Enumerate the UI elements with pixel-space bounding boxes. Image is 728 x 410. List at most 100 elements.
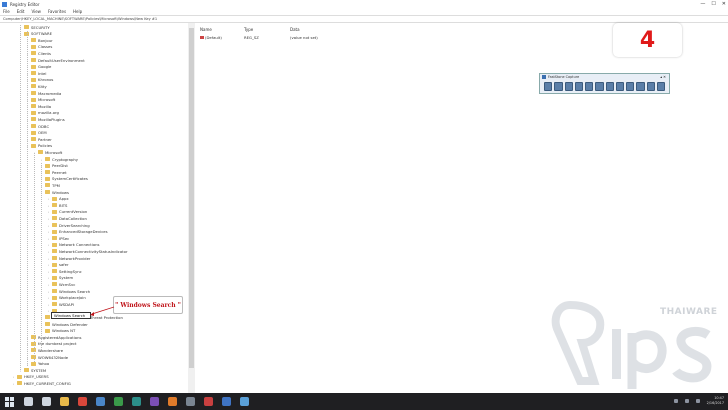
tree-item[interactable]: › NetworkConnectivityStatusIndicator bbox=[48, 248, 128, 254]
tree-item[interactable]: › SettingSync bbox=[48, 268, 82, 274]
tree-item[interactable]: ›ODBC bbox=[27, 123, 49, 129]
tree-item[interactable]: › HKEY_USERS bbox=[13, 374, 49, 380]
menu-help[interactable]: Help bbox=[73, 9, 82, 14]
tree-item[interactable]: ›Windows bbox=[41, 189, 69, 195]
tree-item[interactable]: › safer bbox=[48, 262, 69, 268]
column-name-header[interactable]: Name bbox=[200, 27, 212, 32]
expand-chevron-icon[interactable]: › bbox=[48, 276, 51, 280]
tree-item[interactable]: ›OEM bbox=[27, 130, 47, 136]
expand-chevron-icon[interactable]: › bbox=[48, 250, 51, 254]
tree-item[interactable]: ›Microsoft bbox=[27, 97, 55, 103]
close-button[interactable]: ✕ bbox=[722, 1, 726, 7]
tree-item[interactable]: › HKEY_CURRENT_CONFIG bbox=[13, 380, 71, 386]
tree-item[interactable]: ›MozillaPlugins bbox=[27, 116, 65, 122]
app-purple-icon[interactable] bbox=[150, 397, 159, 406]
open-editor-icon[interactable] bbox=[636, 82, 645, 91]
expand-chevron-icon[interactable]: › bbox=[48, 243, 51, 247]
maximize-button[interactable]: ☐ bbox=[711, 1, 715, 7]
expand-chevron-icon[interactable]: › bbox=[48, 230, 51, 234]
tree-item[interactable]: ›TPM bbox=[41, 182, 60, 188]
tree-item[interactable]: › EnhancedStorageDevices bbox=[48, 229, 108, 235]
capture-fixed-icon[interactable] bbox=[605, 82, 614, 91]
expand-chevron-icon[interactable]: › bbox=[48, 257, 51, 261]
menu-view[interactable]: View bbox=[31, 9, 41, 14]
tree-item[interactable]: › Cryptography bbox=[41, 156, 78, 162]
capture-video-icon[interactable] bbox=[615, 82, 624, 91]
tree-item[interactable]: ›Classes bbox=[27, 44, 52, 50]
expand-chevron-icon[interactable]: › bbox=[48, 224, 51, 228]
app-orange-icon[interactable] bbox=[168, 397, 177, 406]
network-icon[interactable] bbox=[673, 398, 678, 403]
file-explorer-icon[interactable] bbox=[60, 397, 69, 406]
tree-item[interactable]: › IPSec bbox=[48, 235, 69, 241]
expand-chevron-icon[interactable]: › bbox=[48, 283, 51, 287]
minimize-button[interactable]: — bbox=[700, 1, 705, 7]
expand-chevron-icon[interactable]: › bbox=[48, 210, 51, 214]
start-button[interactable] bbox=[5, 396, 15, 407]
tree-item[interactable]: ›Microsoft bbox=[34, 149, 62, 155]
app-red-icon[interactable] bbox=[204, 397, 213, 406]
value-row-name[interactable]: (Default) bbox=[200, 35, 222, 40]
language-icon[interactable] bbox=[695, 398, 700, 403]
menu-favorites[interactable]: Favorites bbox=[48, 9, 66, 14]
column-type-header[interactable]: Type bbox=[244, 27, 253, 32]
tree-item[interactable]: ›Kitty bbox=[27, 83, 47, 89]
tree-item[interactable]: ›SOFTWARE bbox=[20, 31, 52, 37]
tree-item[interactable]: › WSDAPI bbox=[48, 301, 74, 307]
column-data-header[interactable]: Data bbox=[290, 27, 300, 32]
address-bar[interactable]: Computer\HKEY_LOCAL_MACHINE\SOFTWARE\Pol… bbox=[0, 15, 728, 23]
expand-chevron-icon[interactable]: › bbox=[48, 303, 51, 307]
app-teal-icon[interactable] bbox=[132, 397, 141, 406]
volume-icon[interactable] bbox=[684, 398, 689, 403]
key-tree-pane[interactable]: ›SECURITY›SOFTWARE›Bonjour›Classes›Clien… bbox=[0, 23, 195, 393]
expand-chevron-icon[interactable]: › bbox=[48, 270, 51, 274]
tree-item[interactable]: ›mozilla.org bbox=[27, 110, 59, 116]
expand-chevron-icon[interactable]: › bbox=[48, 217, 51, 221]
search-icon[interactable] bbox=[24, 397, 33, 406]
tree-item[interactable]: › CurrentVersion bbox=[48, 209, 87, 215]
tree-item[interactable]: ›Khronos bbox=[27, 77, 53, 83]
task-view-icon[interactable] bbox=[42, 397, 51, 406]
tree-item[interactable]: ›Clients bbox=[27, 50, 51, 56]
tree-item[interactable]: ›Partner bbox=[27, 136, 52, 142]
tree-item[interactable]: ›Peernet bbox=[41, 169, 67, 175]
rename-key-input[interactable]: Windows Search bbox=[51, 312, 91, 319]
tree-item[interactable]: ›Macromedia bbox=[27, 90, 61, 96]
app-green-icon[interactable] bbox=[114, 397, 123, 406]
app-blue-icon[interactable] bbox=[222, 397, 231, 406]
tree-item[interactable]: ›PeerDist bbox=[41, 163, 68, 169]
tree-item[interactable]: ›Google bbox=[27, 64, 51, 70]
tree-item[interactable]: › SYSTEM bbox=[20, 367, 46, 373]
app-gray-icon[interactable] bbox=[186, 397, 195, 406]
tree-item[interactable]: › DataCollection bbox=[48, 215, 87, 221]
tree-item[interactable]: ›Mozilla bbox=[27, 103, 51, 109]
expand-chevron-icon[interactable]: › bbox=[48, 290, 51, 294]
tree-item[interactable]: ›SystemCertificates bbox=[41, 176, 88, 182]
capture-object-icon[interactable] bbox=[554, 82, 563, 91]
capture-window-icon[interactable] bbox=[544, 82, 553, 91]
tree-item[interactable]: › System bbox=[48, 275, 73, 281]
capture-toolbar-controls[interactable]: ▴ ✕ bbox=[660, 74, 666, 80]
expand-chevron-icon[interactable]: › bbox=[48, 204, 51, 208]
tree-item[interactable]: ›RegisteredApplications bbox=[27, 334, 82, 340]
expand-chevron-icon[interactable]: › bbox=[13, 375, 16, 379]
capture-fullscreen-icon[interactable] bbox=[585, 82, 594, 91]
regedit-icon[interactable] bbox=[240, 397, 249, 406]
tree-item[interactable]: ›Yahoo bbox=[27, 361, 49, 367]
menu-file[interactable]: File bbox=[3, 9, 10, 14]
capture-rect-icon[interactable] bbox=[564, 82, 573, 91]
tree-item[interactable]: › NetworkProvider bbox=[48, 255, 91, 261]
tree-item[interactable]: ›Wondershare bbox=[27, 347, 63, 353]
tree-item[interactable]: › WorkplaceJoin bbox=[48, 295, 86, 301]
record-screen-icon[interactable] bbox=[626, 82, 635, 91]
expand-chevron-icon[interactable]: › bbox=[48, 296, 51, 300]
tree-item[interactable]: ›Bonjour bbox=[27, 37, 53, 43]
expand-chevron-icon[interactable]: › bbox=[13, 382, 16, 386]
tree-item[interactable]: › Network Connections bbox=[48, 242, 100, 248]
chrome-icon[interactable] bbox=[78, 397, 87, 406]
tree-item[interactable]: ›SECURITY bbox=[20, 24, 50, 30]
tree-item[interactable]: ›Policies bbox=[27, 143, 52, 149]
tree-item[interactable]: › DriverSearching bbox=[48, 222, 90, 228]
menu-edit[interactable]: Edit bbox=[17, 9, 25, 14]
tree-item[interactable]: › Windows Search bbox=[48, 288, 90, 294]
